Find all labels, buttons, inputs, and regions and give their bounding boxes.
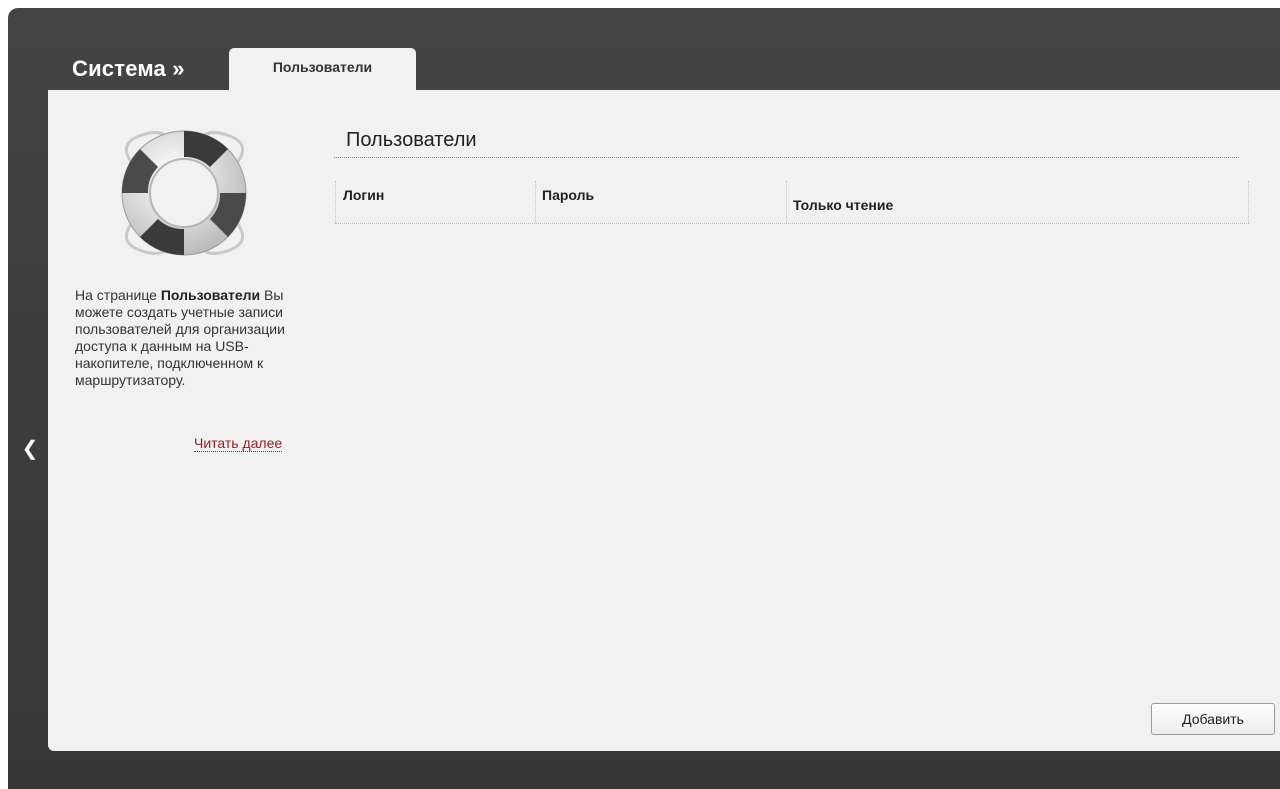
column-header-password[interactable]: Пароль (542, 187, 594, 203)
column-divider (535, 181, 536, 223)
title-divider (334, 157, 1239, 158)
add-button[interactable]: Добавить (1151, 703, 1275, 735)
section-title[interactable]: Система » (72, 56, 185, 82)
column-header-login[interactable]: Логин (343, 187, 384, 203)
column-divider (786, 181, 787, 223)
tab-users[interactable]: Пользователи (229, 48, 416, 90)
help-description: На странице Пользователи Вы можете созда… (75, 287, 285, 388)
help-page-name: Пользователи (160, 287, 261, 303)
chevron-left-icon[interactable]: ❮ (20, 437, 40, 461)
page-title: Пользователи (346, 129, 477, 151)
column-divider (1248, 181, 1249, 223)
lifebuoy-icon (121, 130, 247, 256)
read-more-link[interactable]: Читать далее (194, 435, 283, 452)
column-divider (335, 181, 336, 223)
column-header-readonly[interactable]: Только чтение (793, 197, 893, 213)
users-table: Логин Пароль Только чтение (335, 181, 1249, 224)
